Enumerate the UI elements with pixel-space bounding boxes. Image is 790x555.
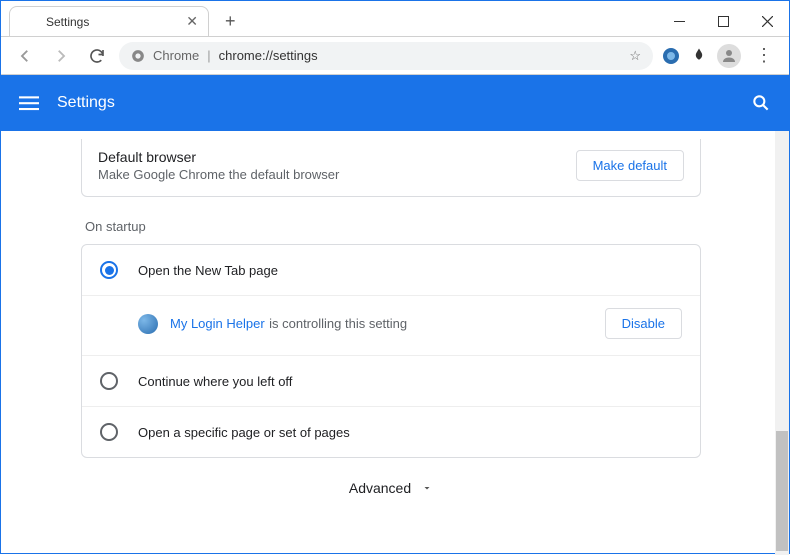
advanced-toggle[interactable]: Advanced — [1, 458, 781, 518]
startup-option-label: Open a specific page or set of pages — [138, 425, 350, 440]
advanced-label: Advanced — [349, 480, 411, 496]
default-browser-subtitle: Make Google Chrome the default browser — [98, 167, 339, 182]
startup-option-label: Open the New Tab page — [138, 263, 278, 278]
extension-icon-1[interactable] — [661, 46, 681, 66]
page-title: Settings — [57, 94, 115, 112]
settings-header: Settings — [1, 75, 789, 131]
browser-tab[interactable]: Settings ✕ — [9, 6, 209, 36]
disable-button[interactable]: Disable — [605, 308, 682, 339]
reload-button[interactable] — [83, 42, 111, 70]
forward-button[interactable] — [47, 42, 75, 70]
startup-card: Open the New Tab page My Login Helper is… — [81, 244, 701, 458]
settings-content: Default browser Make Google Chrome the d… — [1, 131, 789, 555]
menu-button[interactable]: ⋮ — [749, 45, 779, 66]
hamburger-icon[interactable] — [19, 93, 39, 113]
bookmark-star-icon[interactable]: ☆ — [629, 48, 641, 64]
scrollbar-thumb[interactable] — [776, 431, 788, 551]
startup-option-specific[interactable]: Open a specific page or set of pages — [82, 407, 700, 457]
window-controls — [657, 6, 789, 36]
scrollbar-track[interactable] — [775, 131, 789, 555]
minimize-button[interactable] — [657, 6, 701, 36]
extension-controlled-message: is controlling this setting — [269, 316, 407, 331]
chrome-icon — [131, 49, 145, 63]
search-icon[interactable] — [751, 93, 771, 113]
new-tab-button[interactable]: + — [217, 6, 244, 36]
omnibox-url: chrome://settings — [219, 48, 318, 63]
radio-selected-icon — [100, 261, 118, 279]
extension-name-link[interactable]: My Login Helper — [170, 316, 265, 331]
gear-icon — [22, 14, 38, 30]
profile-avatar[interactable] — [717, 44, 741, 68]
tab-title: Settings — [46, 15, 178, 29]
chevron-down-icon — [421, 482, 433, 494]
titlebar: Settings ✕ + — [1, 1, 789, 37]
browser-toolbar: Chrome | chrome://settings ☆ ⋮ — [1, 37, 789, 75]
omnibox-label: Chrome — [153, 48, 199, 63]
startup-option-label: Continue where you left off — [138, 374, 292, 389]
default-browser-title: Default browser — [98, 149, 339, 165]
omnibox-separator: | — [207, 48, 210, 63]
default-browser-card: Default browser Make Google Chrome the d… — [81, 139, 701, 197]
startup-option-continue[interactable]: Continue where you left off — [82, 356, 700, 407]
on-startup-label: On startup — [81, 219, 701, 234]
startup-option-new-tab[interactable]: Open the New Tab page — [82, 245, 700, 296]
close-icon[interactable]: ✕ — [186, 13, 198, 30]
radio-icon — [100, 423, 118, 441]
maximize-button[interactable] — [701, 6, 745, 36]
make-default-button[interactable]: Make default — [576, 150, 684, 181]
address-bar[interactable]: Chrome | chrome://settings ☆ — [119, 42, 653, 70]
extension-controlled-notice: My Login Helper is controlling this sett… — [82, 296, 700, 356]
extension-icon-2[interactable] — [689, 46, 709, 66]
back-button[interactable] — [11, 42, 39, 70]
radio-icon — [100, 372, 118, 390]
extension-badge-icon — [138, 314, 158, 334]
window-close-button[interactable] — [745, 6, 789, 36]
